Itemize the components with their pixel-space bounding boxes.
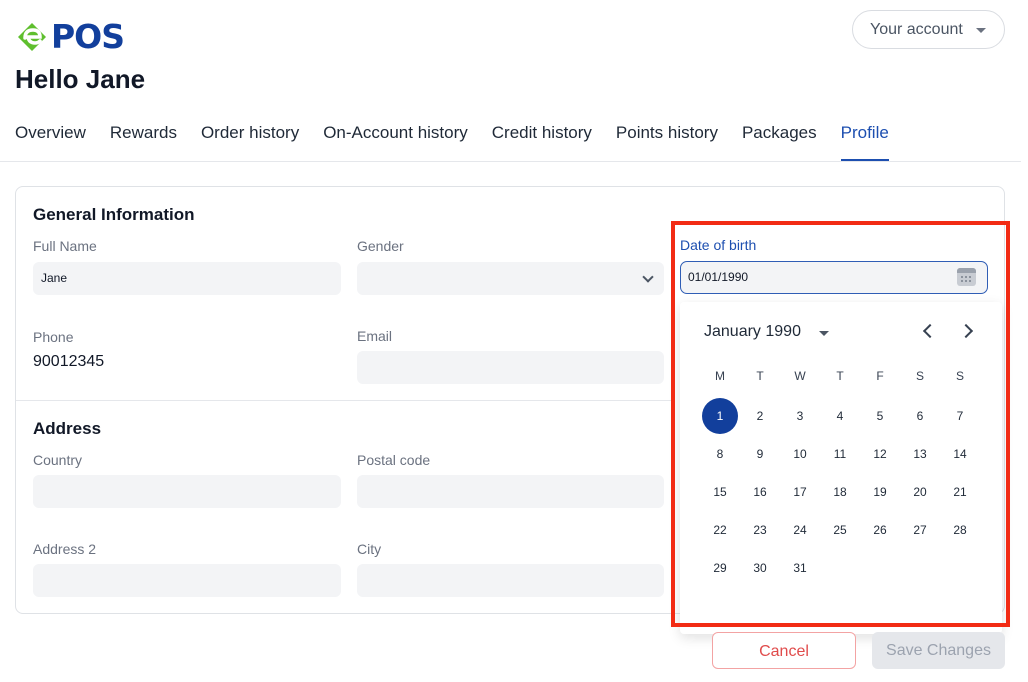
calendar-day[interactable]: 8 [702, 436, 738, 472]
calendar-day[interactable]: 5 [862, 398, 898, 434]
calendar-day[interactable]: 21 [942, 474, 978, 510]
tab-on-account-history[interactable]: On-Account history [323, 120, 468, 160]
email-label: Email [357, 328, 393, 344]
weekday-label: W [794, 369, 806, 383]
calendar-day-selected[interactable]: 1 [702, 398, 738, 434]
tab-credit-history[interactable]: Credit history [492, 120, 592, 160]
address-title: Address [33, 419, 102, 438]
chevron-down-icon [642, 271, 654, 283]
page-title: Hello Jane [15, 64, 146, 94]
full-name-label: Full Name [33, 238, 97, 254]
country-input[interactable] [33, 475, 341, 508]
phone-label: Phone [33, 329, 74, 345]
calendar-day[interactable]: 7 [942, 398, 978, 434]
logo-mark-icon [18, 23, 46, 51]
weekday-label: S [915, 369, 924, 383]
weekday-label: T [836, 369, 844, 383]
profile-tabs: Overview Rewards Order history On-Accoun… [15, 120, 913, 161]
weekday-label: F [876, 369, 884, 383]
caret-down-icon [976, 28, 986, 33]
calendar-day[interactable]: 18 [822, 474, 858, 510]
tab-overview[interactable]: Overview [15, 120, 86, 160]
city-label: City [357, 541, 382, 557]
calendar-day[interactable]: 22 [702, 512, 738, 548]
date-picker-popup: January 1990 M T W T F S S 1 2 3 4 5 6 7 8 9 10 11… [680, 302, 1002, 634]
calendar-day[interactable]: 25 [822, 512, 858, 548]
date-of-birth-value: 01/01/1990 [688, 270, 749, 284]
calendar-day[interactable]: 14 [942, 436, 978, 472]
city-input[interactable] [357, 564, 664, 597]
calendar-day[interactable]: 16 [742, 474, 778, 510]
calendar-day[interactable]: 28 [942, 512, 978, 548]
calendar-day[interactable]: 26 [862, 512, 898, 548]
logo-text: POS [51, 17, 125, 56]
address-2-label: Address 2 [33, 541, 97, 557]
weekday-label: T [756, 369, 764, 383]
caret-down-icon[interactable] [819, 331, 829, 336]
gender-label: Gender [357, 238, 404, 254]
postal-code-label: Postal code [357, 452, 431, 468]
calendar-day[interactable]: 31 [782, 550, 818, 586]
calendar-day[interactable]: 23 [742, 512, 778, 548]
postal-code-input[interactable] [357, 475, 664, 508]
tab-order-history[interactable]: Order history [201, 120, 299, 160]
general-information-title: General Information [33, 205, 195, 224]
calendar-day[interactable]: 27 [902, 512, 938, 548]
calendar-day[interactable]: 10 [782, 436, 818, 472]
calendar-day[interactable]: 3 [782, 398, 818, 434]
calendar-day[interactable]: 29 [702, 550, 738, 586]
date-of-birth-label: Date of birth [680, 237, 757, 253]
your-account-label: Your account [870, 20, 963, 38]
calendar-day[interactable]: 20 [902, 474, 938, 510]
section-divider [16, 400, 672, 401]
calendar-day[interactable]: 19 [862, 474, 898, 510]
cancel-button[interactable]: Cancel [712, 632, 856, 669]
epos-logo: POS [15, 17, 125, 56]
your-account-button[interactable]: Your account [852, 10, 1005, 49]
calendar-icon[interactable] [957, 268, 976, 286]
tabs-divider [0, 161, 1021, 162]
calendar-day[interactable]: 4 [822, 398, 858, 434]
calendar-day[interactable]: 13 [902, 436, 938, 472]
calendar-day[interactable]: 17 [782, 474, 818, 510]
calendar-day[interactable]: 9 [742, 436, 778, 472]
calendar-day[interactable]: 12 [862, 436, 898, 472]
country-label: Country [33, 452, 83, 468]
calendar-day[interactable]: 15 [702, 474, 738, 510]
calendar-day[interactable]: 11 [822, 436, 858, 472]
calendar-day[interactable]: 6 [902, 398, 938, 434]
tab-profile[interactable]: Profile [840, 120, 890, 161]
weekday-label: M [715, 369, 725, 383]
tab-points-history[interactable]: Points history [616, 120, 718, 160]
chevron-left-icon[interactable] [922, 323, 938, 339]
date-of-birth-input[interactable]: 01/01/1990 [680, 261, 988, 294]
calendar-day[interactable]: 24 [782, 512, 818, 548]
calendar-day[interactable]: 30 [742, 550, 778, 586]
save-changes-button[interactable]: Save Changes [872, 632, 1005, 669]
tab-packages[interactable]: Packages [742, 120, 817, 160]
weekday-label: S [955, 369, 964, 383]
full-name-input[interactable]: Jane [33, 262, 341, 295]
phone-value: 90012345 [33, 353, 105, 370]
calendar-day[interactable]: 2 [742, 398, 778, 434]
calendar-month-year[interactable]: January 1990 [704, 323, 801, 341]
chevron-right-icon[interactable] [958, 323, 974, 339]
gender-select[interactable] [357, 262, 664, 295]
address-2-input[interactable] [33, 564, 341, 597]
tab-rewards[interactable]: Rewards [110, 120, 177, 160]
email-input[interactable] [357, 351, 664, 384]
